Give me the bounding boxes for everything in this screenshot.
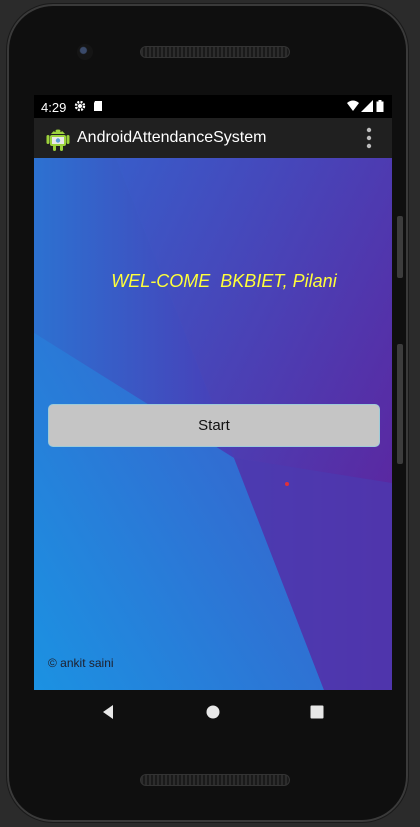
overflow-menu-icon[interactable]: [362, 126, 376, 150]
battery-icon: [376, 100, 384, 112]
front-camera: [77, 44, 93, 60]
bottom-speaker-grille: [140, 774, 290, 786]
back-icon[interactable]: [100, 704, 116, 720]
android-logo-icon: [46, 129, 70, 151]
main-content: WEL-COME BKBIET, Pilani Start © ankit sa…: [34, 158, 392, 690]
top-speaker-grille: [140, 46, 290, 58]
navigation-bar: [34, 690, 392, 734]
app-bar: AndroidAttendanceSystem: [34, 118, 392, 158]
sd-card-icon: [94, 101, 102, 111]
app-title: AndroidAttendanceSystem: [77, 129, 267, 146]
signal-icon: [361, 100, 373, 112]
gear-icon: [74, 100, 86, 112]
wifi-icon: [347, 100, 359, 111]
device-screen: 4:29 AndroidAttendanceSystem WEL-COME BK…: [34, 95, 392, 690]
touch-indicator: [285, 482, 289, 486]
status-time: 4:29: [41, 100, 67, 115]
copyright-text: © ankit saini: [48, 656, 114, 670]
emulator-stage: 4:29 AndroidAttendanceSystem WEL-COME BK…: [0, 0, 420, 827]
recents-icon[interactable]: [309, 704, 325, 720]
start-button[interactable]: Start: [48, 404, 380, 447]
power-button[interactable]: [397, 344, 403, 464]
status-bar: 4:29: [34, 95, 392, 118]
volume-button[interactable]: [397, 216, 403, 278]
start-button-label: Start: [198, 417, 230, 434]
home-icon[interactable]: [205, 704, 221, 720]
welcome-heading: WEL-COME BKBIET, Pilani: [111, 271, 337, 291]
